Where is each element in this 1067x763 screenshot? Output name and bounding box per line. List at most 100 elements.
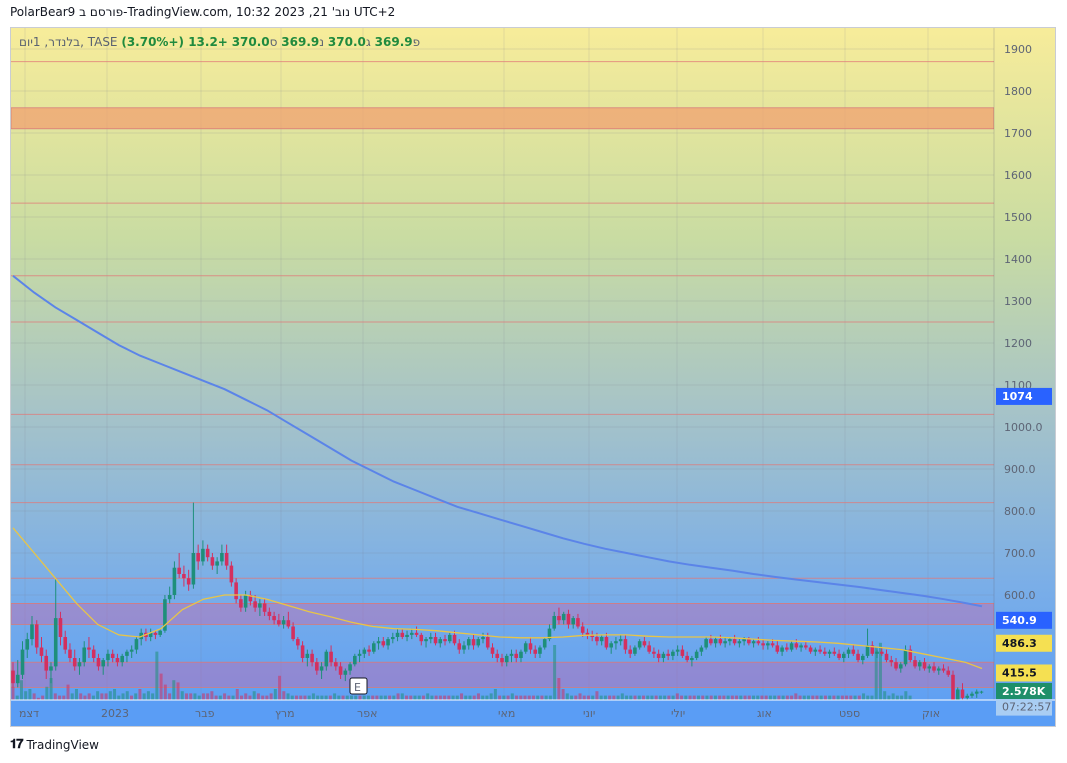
- y-tick-label: 1200: [1004, 337, 1032, 350]
- volume-bar: [273, 689, 277, 700]
- candle-body: [167, 595, 172, 600]
- volume-bar: [730, 695, 734, 700]
- candle-body: [353, 655, 357, 665]
- candle-body: [215, 561, 219, 566]
- price-tag: 486.3: [996, 634, 1052, 652]
- volume-bar: [684, 695, 688, 700]
- volume-bar: [96, 691, 100, 700]
- candle-body: [737, 641, 742, 644]
- volume-bar: [45, 686, 49, 700]
- volume-bar: [633, 695, 637, 700]
- volume-bar: [485, 695, 489, 700]
- candle-body: [879, 651, 884, 654]
- y-tick-label: 700.0: [1004, 547, 1036, 560]
- volume-bar: [718, 695, 722, 700]
- volume-bar: [320, 695, 324, 700]
- volume-bar: [895, 695, 899, 700]
- volume-bar: [210, 691, 214, 700]
- volume-tag: 2.578K: [996, 683, 1052, 699]
- legend-close-label: ס: [269, 35, 278, 49]
- candle-body: [856, 653, 860, 661]
- ohlc-legend: בלנדר, 1יום, TASE פ369.9 ג370.0 נ369.9 ס…: [19, 35, 420, 49]
- volume-bar: [857, 695, 861, 700]
- volume-bar: [836, 695, 840, 700]
- candle-body: [846, 649, 851, 654]
- candle-body: [566, 613, 571, 625]
- volume-bar: [244, 693, 248, 700]
- volume-bar: [417, 695, 421, 700]
- volume-bar: [807, 695, 811, 700]
- candle-body: [25, 639, 30, 650]
- candle-body: [894, 662, 898, 669]
- volume-bar: [172, 680, 176, 700]
- volume-bar: [840, 695, 844, 700]
- price-tag-label: 415.5: [1002, 666, 1037, 679]
- footer[interactable]: 𝟏𝟕 TradingView: [10, 737, 99, 752]
- candle-body: [243, 595, 248, 608]
- volume-bar: [688, 695, 692, 700]
- volume-bar: [574, 695, 578, 700]
- volume-bar: [134, 693, 138, 700]
- volume-bar: [447, 695, 451, 700]
- volume-bar: [756, 695, 760, 700]
- candle-body: [134, 639, 139, 650]
- volume-bar: [248, 695, 252, 700]
- y-tick-label: 800.0: [1004, 505, 1036, 518]
- volume-bar: [303, 695, 307, 700]
- volume-bar: [400, 693, 404, 700]
- volume-bar: [252, 691, 256, 700]
- volume-bar: [189, 693, 193, 700]
- chart-svg[interactable]: 1900180017001600150014001300120011001000…: [11, 28, 1055, 726]
- candle-body: [656, 653, 661, 658]
- candle-body: [334, 662, 338, 667]
- y-tick-label: 1700: [1004, 127, 1032, 140]
- candle-body: [504, 655, 509, 663]
- volume-bar: [32, 693, 36, 700]
- volume-bar: [451, 695, 455, 700]
- volume-bar: [290, 695, 294, 700]
- volume-bar: [434, 695, 438, 700]
- candle-body: [485, 637, 490, 648]
- y-tick-label: 1800: [1004, 85, 1032, 98]
- volume-bar: [341, 695, 345, 700]
- volume-bar: [900, 695, 904, 700]
- candle-body: [742, 639, 746, 642]
- volume-bar: [696, 695, 700, 700]
- candle-body: [756, 641, 761, 644]
- candle-body: [324, 651, 329, 667]
- volume-bar: [201, 693, 205, 700]
- candle-body: [728, 639, 732, 642]
- zone-band: [11, 603, 995, 625]
- candle-body: [15, 674, 20, 684]
- volume-bar: [620, 693, 624, 700]
- volume-bar: [421, 695, 425, 700]
- candle-body: [153, 632, 158, 635]
- candle-body: [932, 666, 936, 671]
- volume-bar: [612, 695, 616, 700]
- volume-bar: [74, 689, 78, 700]
- volume-bar: [159, 673, 163, 700]
- volume-bar: [239, 695, 243, 700]
- volume-tag-label: 2.578K: [1002, 685, 1046, 698]
- candle-body: [576, 618, 580, 627]
- volume-bar: [705, 695, 709, 700]
- candle-body: [82, 647, 87, 663]
- volume-bar: [785, 695, 789, 700]
- legend-change: +13.2 (+3.70%): [121, 35, 228, 49]
- volume-bar: [146, 691, 150, 700]
- volume-bar: [223, 693, 227, 700]
- candle-body: [718, 639, 723, 644]
- x-tick-label: אוג: [757, 707, 772, 720]
- volume-bar: [709, 695, 713, 700]
- candle-body: [823, 651, 827, 654]
- candle-body: [53, 618, 58, 667]
- volume-bar: [197, 695, 201, 700]
- volume-bar: [206, 693, 210, 700]
- chart-header: PolarBear9 פורסם ב-TradingView.com, נוב'…: [10, 5, 396, 19]
- volume-bar: [904, 691, 908, 700]
- candle-body: [49, 666, 53, 671]
- volume-bar: [650, 695, 654, 700]
- volume-bar: [345, 695, 349, 700]
- volume-bar: [53, 693, 57, 700]
- chart-frame[interactable]: 1900 1800 1700 1600 1500 1400 1300 1200 1100 1000…: [10, 27, 1056, 727]
